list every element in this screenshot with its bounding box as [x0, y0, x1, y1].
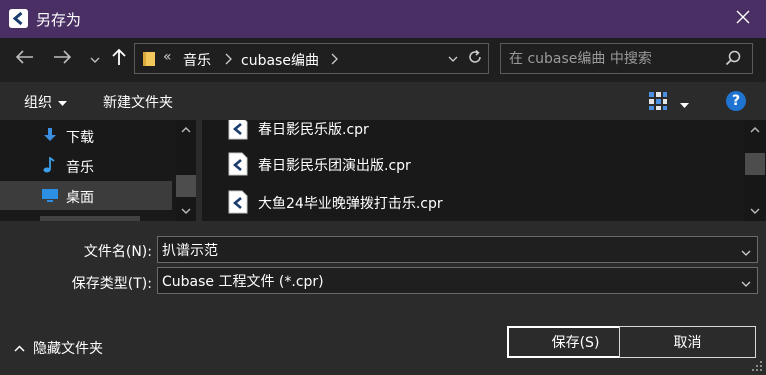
up-button[interactable] — [108, 48, 130, 70]
recent-locations-button[interactable] — [84, 48, 106, 70]
view-dropdown-button[interactable] — [680, 96, 689, 112]
search-icon[interactable] — [725, 50, 741, 70]
chevron-down-icon[interactable] — [741, 244, 751, 260]
arrow-up-icon — [112, 48, 126, 70]
cubase-app-icon — [9, 9, 28, 28]
arrow-left-icon — [15, 50, 34, 68]
chevron-up-icon — [14, 340, 25, 356]
nav-item-label: 桌面 — [66, 190, 94, 206]
nav-item-music[interactable]: 音乐 — [0, 151, 172, 180]
window-title: 另存为 — [36, 11, 82, 29]
refresh-icon — [467, 49, 483, 69]
help-button[interactable]: ? — [726, 91, 746, 111]
filetype-select[interactable]: Cubase 工程文件 (*.cpr) — [157, 267, 758, 294]
search-input[interactable] — [509, 48, 719, 69]
breadcrumb-chevron-icon[interactable] — [331, 49, 339, 69]
search-box[interactable] — [500, 43, 753, 74]
hide-folders-toggle[interactable]: 隐藏文件夹 — [14, 338, 103, 358]
title-bar: 另存为 — [0, 0, 766, 38]
download-icon — [42, 127, 58, 143]
filename-input[interactable] — [162, 240, 722, 259]
scroll-up-button[interactable] — [177, 123, 194, 137]
close-icon — [736, 10, 750, 28]
cancel-button[interactable]: 取消 — [619, 326, 756, 358]
nav-item-downloads[interactable]: 下载 — [0, 121, 172, 150]
cubase-file-icon — [228, 190, 248, 214]
filetype-value: Cubase 工程文件 (*.cpr) — [162, 274, 324, 290]
scroll-down-button[interactable] — [746, 204, 763, 218]
breadcrumb-overflow[interactable]: « — [163, 49, 172, 65]
scroll-up-button[interactable] — [746, 123, 763, 137]
nav-item-label: 音乐 — [66, 160, 94, 176]
caret-down-icon — [680, 96, 689, 112]
navigation-bar: « 音乐 cubase编曲 — [0, 38, 766, 82]
breadcrumb-item-music[interactable]: 音乐 — [183, 50, 211, 70]
scroll-thumb[interactable] — [745, 153, 765, 175]
resize-grip-icon[interactable] — [751, 360, 763, 375]
cubase-file-icon — [228, 152, 248, 176]
filename-combobox[interactable] — [157, 236, 758, 263]
chevron-down-icon — [90, 51, 100, 67]
nav-item-desktop[interactable]: 桌面 — [0, 181, 172, 210]
view-options-button[interactable] — [648, 91, 668, 115]
music-note-icon — [42, 156, 58, 173]
new-folder-button[interactable]: 新建文件夹 — [103, 92, 173, 112]
file-list-scrollbar[interactable] — [744, 120, 766, 221]
file-item[interactable]: 大鱼24毕业晚弹拨打击乐.cpr — [226, 187, 726, 217]
back-button[interactable] — [14, 48, 36, 70]
save-form: 文件名(N): 保存类型(T): Cubase 工程文件 (*.cpr) 隐藏文… — [0, 221, 766, 375]
breadcrumb-chevron-icon[interactable] — [225, 49, 233, 69]
nav-item-label: 下载 — [66, 130, 94, 146]
organize-label: 组织 — [24, 95, 52, 111]
hide-folders-label: 隐藏文件夹 — [33, 341, 103, 357]
folder-icon — [142, 51, 156, 71]
file-item[interactable]: 春日影民乐版.cpr — [226, 120, 726, 143]
caret-down-icon — [58, 94, 67, 110]
address-dropdown-button[interactable] — [448, 47, 458, 66]
command-toolbar: 组织 新建文件夹 ? — [0, 82, 766, 120]
file-name: 春日影民乐团演出版.cpr — [258, 158, 411, 174]
scroll-down-button[interactable] — [177, 204, 194, 218]
organize-button[interactable]: 组织 — [24, 92, 67, 112]
file-name: 大鱼24毕业晚弹拨打击乐.cpr — [258, 196, 443, 212]
nav-pane-scrollbar[interactable] — [176, 120, 196, 221]
filetype-label: 保存类型(T): — [71, 276, 152, 292]
refresh-button[interactable] — [465, 49, 485, 69]
arrow-right-icon — [53, 50, 72, 68]
desktop-icon — [42, 187, 58, 203]
navigation-pane[interactable]: 下载 音乐 桌面 — [0, 120, 196, 221]
close-button[interactable] — [728, 4, 758, 34]
filename-label: 文件名(N): — [83, 244, 152, 260]
cubase-file-icon — [228, 120, 248, 140]
file-item[interactable]: 春日影民乐团演出版.cpr — [226, 149, 726, 179]
breadcrumb-item-cubase[interactable]: cubase编曲 — [241, 50, 319, 70]
grid-view-icon — [648, 92, 668, 115]
file-name: 春日影民乐版.cpr — [258, 122, 369, 138]
file-list[interactable]: 春日影民乐版.cpr 春日影民乐团演出版.cpr 大鱼24毕业晚弹拨打击乐.cp… — [202, 120, 766, 221]
address-bar[interactable]: « 音乐 cubase编曲 — [134, 43, 489, 74]
chevron-down-icon[interactable] — [741, 275, 751, 291]
forward-button[interactable] — [51, 48, 73, 70]
scroll-thumb[interactable] — [176, 175, 196, 197]
